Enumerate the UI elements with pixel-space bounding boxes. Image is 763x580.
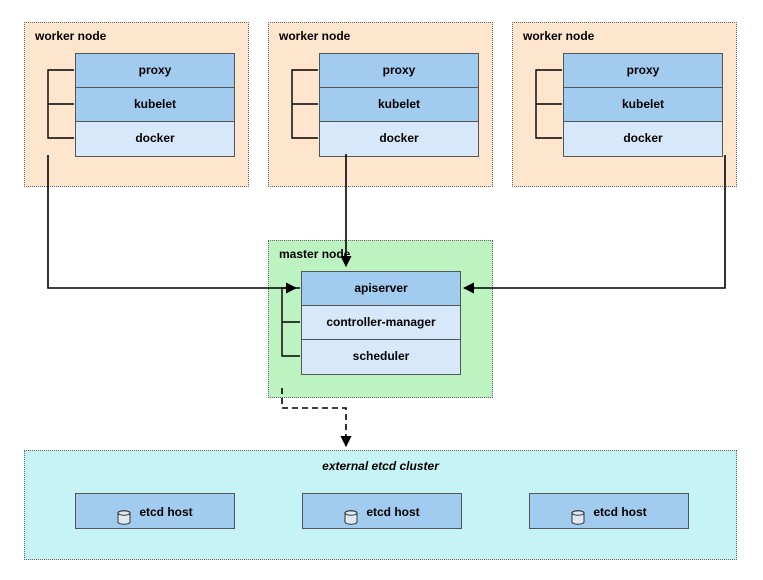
scheduler-cell: scheduler xyxy=(302,340,460,374)
worker-stack: proxy kubelet docker xyxy=(563,53,723,157)
controller-manager-cell: controller-manager xyxy=(302,306,460,340)
master-title: master node xyxy=(279,247,350,261)
master-node: master node apiserver controller-manager… xyxy=(268,240,493,398)
kubelet-cell: kubelet xyxy=(76,88,234,122)
database-icon xyxy=(571,504,585,520)
etcd-cluster: external etcd cluster etcd host etcd hos… xyxy=(24,450,737,560)
kubelet-cell: kubelet xyxy=(564,88,722,122)
etcd-title: external etcd cluster xyxy=(25,459,736,473)
worker-node-1: worker node proxy kubelet docker xyxy=(24,22,249,187)
docker-cell: docker xyxy=(76,122,234,156)
worker-node-2: worker node proxy kubelet docker xyxy=(268,22,493,187)
database-icon xyxy=(117,504,131,520)
worker-stack: proxy kubelet docker xyxy=(75,53,235,157)
proxy-cell: proxy xyxy=(564,54,722,88)
docker-cell: docker xyxy=(564,122,722,156)
worker-title: worker node xyxy=(279,29,350,43)
etcd-host-label: etcd host xyxy=(139,505,192,519)
master-stack: apiserver controller-manager scheduler xyxy=(301,271,461,375)
etcd-host-2: etcd host xyxy=(302,493,462,529)
docker-cell: docker xyxy=(320,122,478,156)
proxy-cell: proxy xyxy=(320,54,478,88)
etcd-host-label: etcd host xyxy=(593,505,646,519)
worker-stack: proxy kubelet docker xyxy=(319,53,479,157)
proxy-cell: proxy xyxy=(76,54,234,88)
etcd-host-label: etcd host xyxy=(366,505,419,519)
etcd-host-3: etcd host xyxy=(529,493,689,529)
apiserver-cell: apiserver xyxy=(302,272,460,306)
etcd-host-1: etcd host xyxy=(75,493,235,529)
kubelet-cell: kubelet xyxy=(320,88,478,122)
database-icon xyxy=(344,504,358,520)
worker-node-3: worker node proxy kubelet docker xyxy=(512,22,737,187)
worker-title: worker node xyxy=(523,29,594,43)
worker-title: worker node xyxy=(35,29,106,43)
